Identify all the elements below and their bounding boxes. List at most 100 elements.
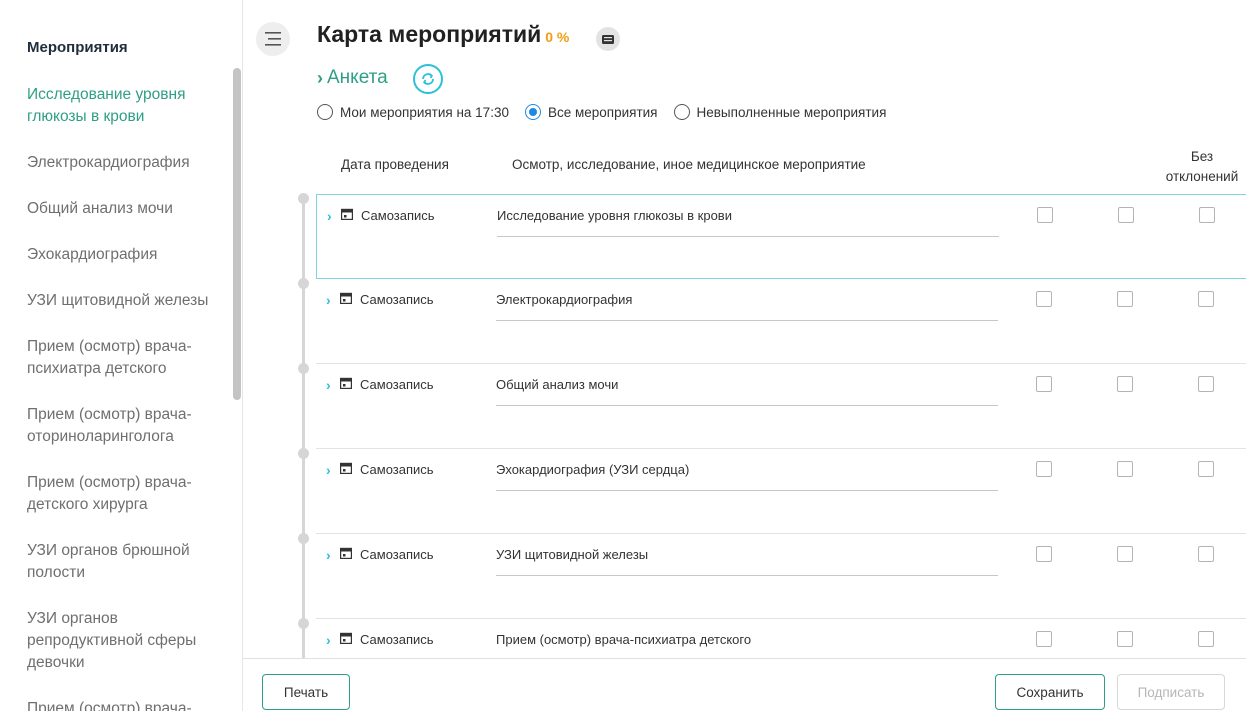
calendar-icon — [341, 208, 353, 220]
sidebar-item-ent[interactable]: Прием (осмотр) врача-оториноларинголога — [27, 404, 227, 448]
row-checkbox[interactable] — [1117, 546, 1133, 562]
no-deviation-checkbox[interactable] — [1199, 207, 1215, 223]
anketa-toggle[interactable]: › Анкета — [317, 67, 388, 89]
sidebar-item-thyroid[interactable]: УЗИ щитовидной железы — [27, 290, 227, 312]
table-row[interactable]: › Самозапись Электрокардиография — [316, 279, 1246, 364]
filter-unfinished-events-label: Невыполненные мероприятия — [696, 104, 887, 120]
row-checkbox[interactable] — [1117, 631, 1133, 647]
chevron-right-icon: › — [317, 67, 323, 88]
timeline-line — [302, 198, 305, 658]
calendar-icon — [340, 547, 352, 559]
menu-toggle-button[interactable] — [256, 22, 290, 56]
sidebar-item-echo[interactable]: Эхокардиография — [27, 244, 227, 266]
sidebar-item-glucose[interactable]: Исследование уровня глюкозы в крови — [27, 84, 227, 128]
completion-percent: 0 % — [545, 29, 570, 45]
table-row[interactable]: › Самозапись УЗИ щитовидной железы — [316, 534, 1246, 619]
no-deviation-checkbox[interactable] — [1198, 631, 1214, 647]
keyboard-icon-button[interactable] — [596, 27, 620, 51]
column-header-no-deviation: Без отклонений — [1162, 147, 1242, 187]
column-header-no-deviation-line2: отклонений — [1165, 169, 1239, 184]
page-title-text: Карта мероприятий — [317, 21, 542, 47]
calendar-icon — [340, 377, 352, 389]
row-event: Электрокардиография — [496, 292, 998, 321]
column-header-no-deviation-line1: Без — [1190, 149, 1214, 164]
hamburger-icon — [265, 32, 281, 46]
sidebar-item-surgeon[interactable]: Прием (осмотр) врача-детского хирурга — [27, 472, 227, 516]
chevron-right-icon[interactable]: › — [326, 292, 331, 308]
filter-unfinished-events[interactable]: Невыполненные мероприятия — [673, 104, 887, 120]
row-checkbox[interactable] — [1117, 291, 1133, 307]
row-event: Общий анализ мочи — [496, 377, 998, 406]
radio-unchecked[interactable] — [317, 104, 333, 120]
row-checkbox[interactable] — [1037, 207, 1053, 223]
row-checkbox[interactable] — [1118, 207, 1134, 223]
page-title: Карта мероприятий 0 % — [317, 21, 569, 48]
anketa-label: Анкета — [327, 67, 388, 88]
sidebar-item-abdominal[interactable]: УЗИ органов брюшной полости — [27, 540, 227, 584]
table-row[interactable]: › Самозапись Исследование уровня глюкозы… — [316, 194, 1246, 279]
sign-button[interactable]: Подписать — [1117, 674, 1225, 710]
row-event: УЗИ щитовидной железы — [496, 547, 998, 576]
sidebar-item-reproductive[interactable]: УЗИ органов репродуктивной сферы девочки — [27, 608, 227, 674]
timeline-dot — [298, 618, 309, 629]
row-date[interactable]: Самозапись — [360, 377, 434, 392]
filter-my-events[interactable]: Мои мероприятия на 17:30 — [317, 104, 509, 120]
filter-my-events-label: Мои мероприятия на 17:30 — [340, 104, 509, 120]
chevron-right-icon[interactable]: › — [326, 377, 331, 393]
sidebar: Мероприятия Исследование уровня глюкозы … — [0, 0, 243, 711]
row-checkbox[interactable] — [1117, 376, 1133, 392]
radio-unchecked[interactable] — [673, 104, 690, 120]
table-row[interactable]: › Самозапись Прием (осмотр) врача-психиа… — [316, 619, 1246, 661]
sidebar-list: Исследование уровня глюкозы в крови Элек… — [27, 84, 227, 711]
row-date[interactable]: Самозапись — [361, 208, 435, 223]
radio-checked[interactable] — [524, 104, 541, 120]
timeline-dot — [298, 363, 309, 374]
row-checkbox[interactable] — [1036, 376, 1052, 392]
row-checkbox[interactable] — [1036, 631, 1052, 647]
no-deviation-checkbox[interactable] — [1198, 461, 1214, 477]
timeline-dot — [298, 533, 309, 544]
calendar-icon — [340, 632, 352, 644]
timeline-dot — [298, 193, 309, 204]
sidebar-scrollbar[interactable] — [233, 68, 241, 400]
row-event: Эхокардиография (УЗИ сердца) — [496, 462, 998, 491]
row-checkbox[interactable] — [1036, 461, 1052, 477]
no-deviation-checkbox[interactable] — [1198, 376, 1214, 392]
column-header-event: Осмотр, исследование, иное медицинское м… — [512, 157, 866, 172]
chevron-right-icon[interactable]: › — [326, 547, 331, 563]
row-checkbox[interactable] — [1117, 461, 1133, 477]
footer-bar: Печать Сохранить Подписать — [243, 658, 1246, 712]
row-checkbox[interactable] — [1036, 291, 1052, 307]
row-date[interactable]: Самозапись — [360, 462, 434, 477]
row-event: Исследование уровня глюкозы в крови — [497, 208, 999, 237]
row-date[interactable]: Самозапись — [360, 547, 434, 562]
keyboard-icon — [602, 34, 614, 44]
table-row[interactable]: › Самозапись Общий анализ мочи — [316, 364, 1246, 449]
calendar-icon — [340, 462, 352, 474]
row-checkbox[interactable] — [1036, 546, 1052, 562]
calendar-icon — [340, 292, 352, 304]
chevron-right-icon[interactable]: › — [326, 462, 331, 478]
sidebar-item-ecg[interactable]: Электрокардиография — [27, 152, 227, 174]
print-button[interactable]: Печать — [262, 674, 350, 710]
sidebar-title: Мероприятия — [27, 39, 128, 56]
chevron-right-icon[interactable]: › — [326, 632, 331, 648]
filter-radio-group: Мои мероприятия на 17:30 Все мероприятия… — [317, 104, 902, 120]
chevron-right-icon[interactable]: › — [327, 208, 332, 224]
no-deviation-checkbox[interactable] — [1198, 291, 1214, 307]
column-header-date: Дата проведения — [341, 157, 449, 172]
no-deviation-checkbox[interactable] — [1198, 546, 1214, 562]
row-date[interactable]: Самозапись — [360, 292, 434, 307]
row-date[interactable]: Самозапись — [360, 632, 434, 647]
refresh-button[interactable] — [413, 64, 443, 94]
sidebar-item-psychiatrist[interactable]: Прием (осмотр) врача-психиатра детского — [27, 336, 227, 380]
table-row[interactable]: › Самозапись Эхокардиография (УЗИ сердца… — [316, 449, 1246, 534]
refresh-icon — [422, 73, 434, 85]
filter-all-events-label: Все мероприятия — [547, 104, 658, 120]
timeline-dot — [298, 448, 309, 459]
sidebar-item-doctor[interactable]: Прием (осмотр) врача- — [27, 698, 227, 711]
sidebar-item-urine[interactable]: Общий анализ мочи — [27, 198, 227, 220]
save-button[interactable]: Сохранить — [995, 674, 1105, 710]
filter-all-events[interactable]: Все мероприятия — [524, 104, 658, 120]
row-event: Прием (осмотр) врача-психиатра детского — [496, 632, 998, 661]
